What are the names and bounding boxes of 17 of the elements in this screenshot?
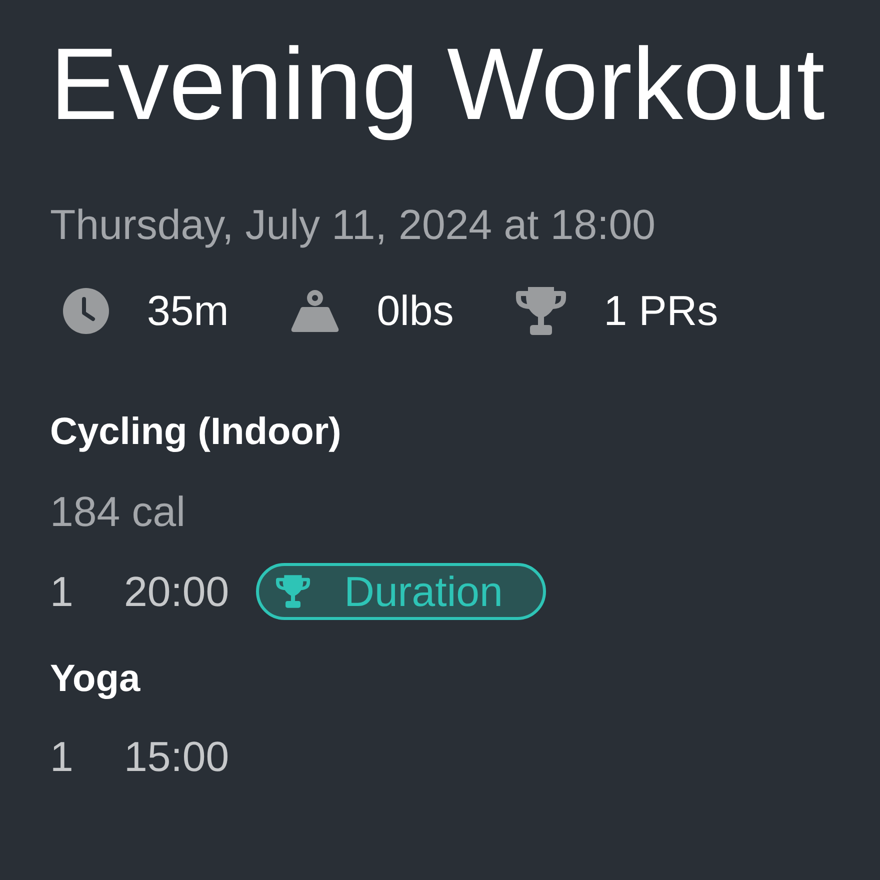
workout-date: Thursday, July 11, 2024 at 18:00 [50,201,656,249]
exercise-calories: 184 cal [50,488,186,536]
stat-value: 1 PRs [604,287,718,335]
weight-icon [290,290,339,332]
trophy-icon [276,575,310,608]
clock-icon [63,288,109,334]
stat-value: 35m [147,287,229,335]
set-duration: 15:00 [124,732,230,780]
workout-title: Evening Workout [50,26,825,142]
set-duration: 20:00 [124,568,230,616]
stat-value: 0lbs [376,287,454,335]
exercise-name: Yoga [50,657,142,701]
badge-label: Duration [344,568,503,616]
trophy-icon [516,287,566,335]
exercise-name: Cycling (Indoor) [50,410,342,454]
set-number: 1 [50,568,74,616]
set-number: 1 [50,732,74,780]
